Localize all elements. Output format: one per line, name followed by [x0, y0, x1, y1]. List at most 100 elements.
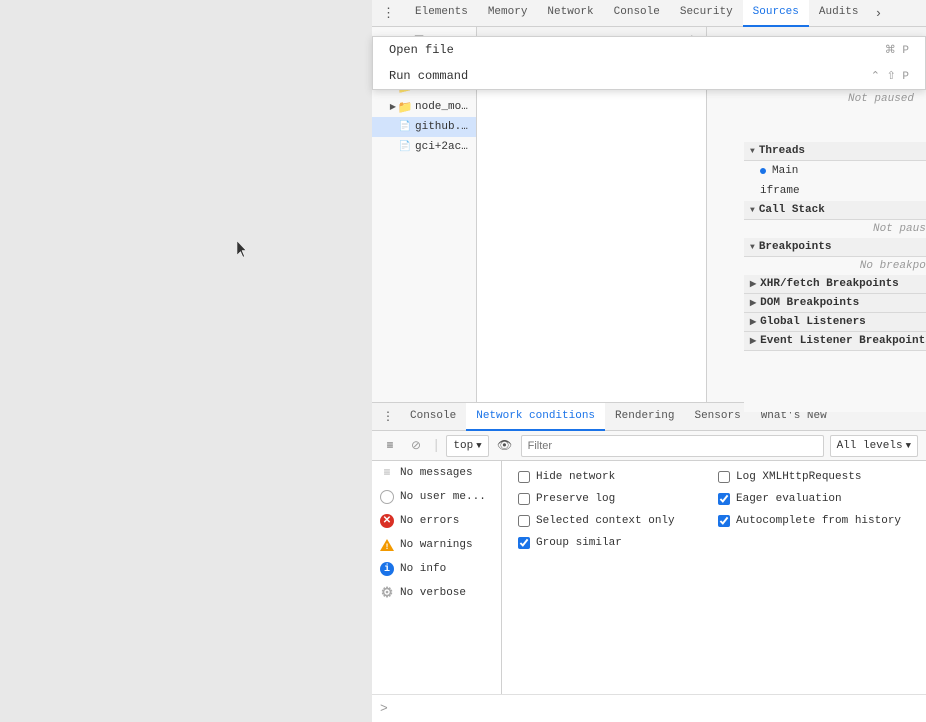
tab-network-conditions[interactable]: Network conditions — [466, 403, 605, 431]
log-item-verbose[interactable]: ⚙ No verbose — [372, 581, 501, 605]
global-listeners-header[interactable]: ▶ Global Listeners — [744, 313, 926, 332]
selected-context-label: Selected context only — [536, 515, 675, 527]
settings-col-left-3: Selected context only — [518, 515, 710, 527]
log-item-info[interactable]: i No info — [372, 557, 501, 581]
verbose-icon: ⚙ — [380, 586, 394, 600]
tree-item-gci[interactable]: 📄 gci+2acl... — [372, 137, 476, 157]
eye-icon[interactable]: 👁 — [495, 436, 515, 456]
tree-item-github[interactable]: 📄 github.htr... — [372, 117, 476, 137]
preserve-log-checkbox[interactable] — [518, 493, 530, 505]
folder-icon-nodemo: 📁 — [398, 100, 412, 114]
network-settings-area: Hide network Log XMLHttpRequests — [502, 461, 926, 694]
hide-network-label: Hide network — [536, 471, 615, 483]
filter-input[interactable] — [521, 435, 824, 457]
level-selector[interactable]: All levels ▼ — [830, 435, 918, 457]
tab-console[interactable]: Console — [604, 0, 670, 27]
tree-arrow-nodemo: ▶ — [388, 102, 398, 112]
tab-network[interactable]: Network — [537, 0, 603, 27]
level-value: All levels — [837, 440, 903, 452]
network-conditions-panel: ≡ No messages No user me... ✕ No errors — [372, 461, 926, 694]
messages-icon: ≡ — [380, 466, 394, 480]
checkbox-log-xmlhttp[interactable]: Log XMLHttpRequests — [718, 471, 910, 483]
call-stack-section-header[interactable]: ▼ Call Stack — [744, 201, 926, 220]
tab-console-bottom[interactable]: Console — [400, 403, 466, 431]
tab-elements[interactable]: Elements — [405, 0, 478, 27]
settings-col-right-1: Log XMLHttpRequests — [718, 471, 910, 483]
thread-iframe-label: iframe — [760, 185, 800, 197]
eager-eval-checkbox[interactable] — [718, 493, 730, 505]
threads-label: Threads — [759, 145, 805, 157]
tree-item-nodemo[interactable]: ▶ 📁 node_mo... — [372, 97, 476, 117]
console-input[interactable] — [394, 703, 918, 715]
dom-arrow: ▶ — [750, 298, 756, 308]
console-clear-icon[interactable]: ⊘ — [406, 436, 426, 456]
settings-row-3: Selected context only Autocomplete from … — [518, 515, 910, 527]
tab-bar: ⋮ Elements Memory Network Console Securi… — [372, 0, 926, 27]
tree-label-gci: gci+2acl... — [415, 141, 472, 153]
console-menu-icon[interactable]: ≡ — [380, 436, 400, 456]
checkbox-group-similar[interactable]: Group similar — [518, 537, 910, 549]
group-similar-checkbox[interactable] — [518, 537, 530, 549]
user-icon — [380, 490, 394, 504]
log-item-errors[interactable]: ✕ No errors — [372, 509, 501, 533]
checkbox-hide-network[interactable]: Hide network — [518, 471, 710, 483]
devtools-more-icon[interactable]: ⋮ — [376, 2, 401, 25]
breakpoints-section-header[interactable]: ▼ Breakpoints — [744, 238, 926, 257]
settings-row-1: Hide network Log XMLHttpRequests — [518, 471, 910, 483]
tab-overflow-icon[interactable]: › — [869, 2, 889, 25]
settings-col-left-1: Hide network — [518, 471, 710, 483]
dom-breakpoints-header[interactable]: ▶ DOM Breakpoints — [744, 294, 926, 313]
selected-context-checkbox[interactable] — [518, 515, 530, 527]
console-log-area: ≡ No messages No user me... ✕ No errors — [372, 461, 502, 694]
tree-label-nodemo: node_mo... — [415, 101, 472, 113]
global-label: Global Listeners — [760, 316, 866, 328]
tab-sensors[interactable]: Sensors — [684, 403, 750, 431]
log-label-warnings: No warnings — [400, 539, 473, 551]
tab-sources[interactable]: Sources — [743, 0, 809, 27]
checkbox-preserve-log[interactable]: Preserve log — [518, 493, 710, 505]
hide-network-checkbox[interactable] — [518, 471, 530, 483]
tab-bar-icons: ⋮ — [372, 2, 405, 25]
tab-rendering[interactable]: Rendering — [605, 403, 684, 431]
xhr-breakpoints-header[interactable]: ▶ XHR/fetch Breakpoints — [744, 275, 926, 294]
log-item-messages[interactable]: ≡ No messages — [372, 461, 501, 485]
console-prompt: > — [380, 701, 388, 716]
checkbox-eager-eval[interactable]: Eager evaluation — [718, 493, 910, 505]
event-arrow: ▶ — [750, 336, 756, 346]
tab-security[interactable]: Security — [670, 0, 743, 27]
bottom-more-icon[interactable]: ⋮ — [376, 405, 400, 428]
error-icon: ✕ — [380, 514, 394, 528]
tab-memory[interactable]: Memory — [478, 0, 538, 27]
devtools-panel: ⋮ Elements Memory Network Console Securi… — [372, 0, 926, 722]
log-label-verbose: No verbose — [400, 587, 466, 599]
warning-icon: ! — [380, 538, 394, 552]
run-command-item[interactable]: Run command ⌃ ⇧ P — [477, 63, 706, 89]
file-icon-gci: 📄 — [398, 140, 412, 154]
context-selector[interactable]: top ▼ — [446, 435, 488, 457]
event-listener-breakpoints-header[interactable]: ▶ Event Listener Breakpoints — [744, 332, 926, 351]
sources-middle-pane: ⊣ Open file ⌘ P Run command ⌃ ⇧ P — [477, 27, 706, 402]
breakpoints-arrow: ▼ — [750, 243, 755, 252]
checkbox-selected-context[interactable]: Selected context only — [518, 515, 710, 527]
global-arrow: ▶ — [750, 317, 756, 327]
open-file-item[interactable]: Open file ⌘ P — [477, 37, 706, 63]
tree-label-github: github.htr... — [415, 121, 472, 133]
settings-col-right-3: Autocomplete from history — [718, 515, 910, 527]
thread-main-label: Main — [772, 165, 798, 177]
tab-audits[interactable]: Audits — [809, 0, 869, 27]
log-item-user[interactable]: No user me... — [372, 485, 501, 509]
bottom-panel: ⋮ Console Network conditions Rendering S… — [372, 402, 926, 722]
log-item-warnings[interactable]: ! No warnings — [372, 533, 501, 557]
settings-col-left-2: Preserve log — [518, 493, 710, 505]
log-xmlhttp-checkbox[interactable] — [718, 471, 730, 483]
console-input-row: > — [372, 694, 926, 722]
threads-section-header[interactable]: ▼ Threads — [744, 142, 926, 161]
settings-col-left-4: Group similar — [518, 537, 910, 549]
preserve-log-label: Preserve log — [536, 493, 615, 505]
left-gray-area — [0, 0, 372, 722]
autocomplete-checkbox[interactable] — [718, 515, 730, 527]
thread-main[interactable]: Main — [744, 161, 926, 181]
svg-text:!: ! — [385, 543, 390, 551]
checkbox-autocomplete[interactable]: Autocomplete from history — [718, 515, 910, 527]
thread-iframe[interactable]: iframe — [744, 181, 926, 201]
